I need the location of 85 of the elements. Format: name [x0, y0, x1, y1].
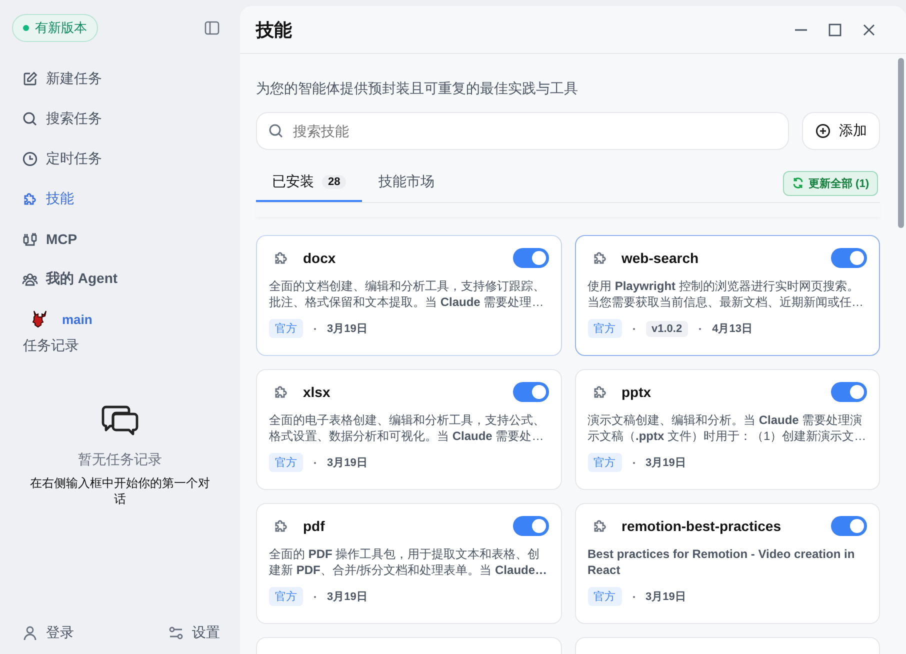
source-tag: 官方: [588, 587, 622, 606]
skill-description: 全面的文档创建、编辑和分析工具，支持修订跟踪、批注、格式保留和文本提取。当 Claude 需要处理…: [269, 278, 546, 310]
empty-hint: 在右侧输入框中开始你的第一个对话: [29, 475, 211, 508]
people-icon: [22, 271, 38, 287]
nav-item[interactable]: 定时任务: [0, 139, 240, 179]
toggle-switch[interactable]: [512, 516, 548, 536]
nav-item[interactable]: 我的 Agent: [0, 259, 240, 299]
skill-name: remotion-best-practices: [622, 518, 782, 534]
version-tag: v1.0.2: [646, 320, 688, 336]
puzzle-icon: [592, 384, 608, 400]
separator-dot: [314, 328, 316, 330]
skill-description: 全面的电子表格创建、编辑和分析工具，支持公式、格式设置、数据分析和可视化。当 Claude 需要处…: [269, 412, 546, 444]
nav-item[interactable]: 新建任务: [0, 59, 240, 99]
skill-date: 3月19日: [327, 590, 368, 604]
user-icon: [22, 625, 38, 641]
clock-icon: [22, 151, 38, 167]
toggle-switch[interactable]: [512, 248, 548, 268]
skill-card[interactable]: pdf 全面的 PDF 操作工具包，用于提取文本和表格、创建新 PDF、合并/拆分文档和处理表单。当 Claude… 官方 3月19日: [256, 503, 562, 624]
puzzle-icon: [592, 518, 608, 534]
skill-description: Best practices for Remotion - Video creation in React: [588, 546, 856, 578]
close-icon[interactable]: [862, 22, 876, 36]
skill-name: web-search: [622, 250, 700, 266]
puzzle-icon: [592, 250, 608, 266]
toggle-switch[interactable]: [512, 382, 548, 402]
skill-name: pptx: [622, 384, 652, 400]
skill-card[interactable]: pptx 演示文稿创建、编辑和分析。当 Claude 需要处理演示文稿（.pptx 文件）时用于：（1）创建新演示文… 官方 3月19日: [574, 369, 880, 490]
skill-date: 3月19日: [327, 456, 368, 470]
section-heading: 任务记录: [22, 336, 80, 355]
nav-item[interactable]: 技能: [0, 179, 240, 219]
skill-date: 3月19日: [646, 590, 686, 604]
skill-description: 全面的 PDF 操作工具包，用于提取文本和表格、创建新 PDF、合并/拆分文档和处理表单。当 Claude…: [269, 546, 548, 578]
maximize-icon[interactable]: [828, 22, 842, 36]
skill-card[interactable]: docx 全面的文档创建、编辑和分析工具，支持修订跟踪、批注、格式保留和文本提取。当 Claude 需要处理… 官方 3月19日: [256, 235, 562, 356]
skill-description: 使用 Playwright 控制的浏览器进行实时网页搜索。当您需要获取当前信息、最新文档、近期新闻或任…: [588, 278, 864, 310]
tab[interactable]: 已安装 28: [256, 164, 362, 202]
skill-date: 3月19日: [327, 322, 368, 336]
puzzle-icon: [22, 191, 38, 207]
sidebar-toggle-icon[interactable]: [204, 20, 220, 36]
skill-card[interactable]: web-search 使用 Playwright 控制的浏览器进行实时网页搜索。当您需要获取当前信息、最新文档、近期新闻或任… 官方 v1.0.2 4月13日: [574, 235, 880, 356]
source-tag: 官方: [588, 453, 622, 472]
update-all-button[interactable]: 更新全部 (1): [782, 170, 878, 196]
count-badge: 28: [322, 175, 346, 189]
search-field[interactable]: 搜索技能: [256, 112, 789, 150]
search-icon: [22, 111, 38, 127]
search-icon: [268, 123, 284, 139]
window-title: 技能: [256, 18, 292, 42]
nav-item[interactable]: MCP: [0, 219, 240, 259]
separator-dot: [632, 328, 634, 330]
add-button[interactable]: 添加: [802, 112, 880, 150]
refresh-icon: [792, 177, 804, 189]
toggle-switch[interactable]: [831, 382, 867, 402]
source-tag: 官方: [269, 587, 303, 606]
skill-description: 演示文稿创建、编辑和分析。当 Claude 需要处理演示文稿（.pptx 文件）时用于：（1）创建新演示文…: [588, 412, 867, 444]
empty-title: 暂无任务记录: [78, 451, 162, 469]
skill-name: xlsx: [303, 384, 332, 400]
separator-dot: [314, 462, 316, 464]
plug-icon: [22, 231, 38, 247]
toggle-switch[interactable]: [831, 516, 867, 536]
skill-date: 4月13日: [712, 322, 752, 336]
tab[interactable]: 技能市场: [362, 164, 450, 202]
edit-icon: [22, 71, 38, 87]
puzzle-icon: [273, 518, 289, 534]
source-tag: 官方: [588, 319, 622, 338]
plus-circle-icon: [815, 123, 831, 139]
login-button[interactable]: 登录: [22, 624, 74, 642]
skill-date: 3月19日: [646, 456, 686, 470]
nav-item[interactable]: 搜索任务: [0, 99, 240, 139]
skill-card[interactable]: xlsx 全面的电子表格创建、编辑和分析工具，支持公式、格式设置、数据分析和可视化。当 Claude 需要处… 官方 3月19日: [256, 369, 562, 490]
puzzle-icon: [273, 384, 289, 400]
skill-card[interactable]: remotion-best-practices Best practices for Remotion - Video creation in React 官方 3月19日: [574, 503, 880, 624]
source-tag: 官方: [269, 453, 303, 472]
update-badge[interactable]: 有新版本: [12, 14, 98, 42]
puzzle-icon: [273, 250, 289, 266]
separator-dot: [699, 328, 702, 330]
toggle-switch[interactable]: [831, 248, 867, 268]
separator-dot: [314, 596, 316, 598]
settings-icon: [168, 625, 184, 641]
separator-dot: [632, 462, 634, 464]
separator-dot: [632, 596, 634, 598]
settings-button[interactable]: 设置: [168, 624, 220, 642]
skill-name: docx: [303, 250, 337, 266]
subtitle: 为您的智能体提供预封装且可重复的最佳实践与工具: [256, 80, 579, 98]
skill-name: pdf: [303, 518, 326, 534]
agent-entry[interactable]: main: [0, 299, 240, 329]
source-tag: 官方: [269, 319, 303, 338]
